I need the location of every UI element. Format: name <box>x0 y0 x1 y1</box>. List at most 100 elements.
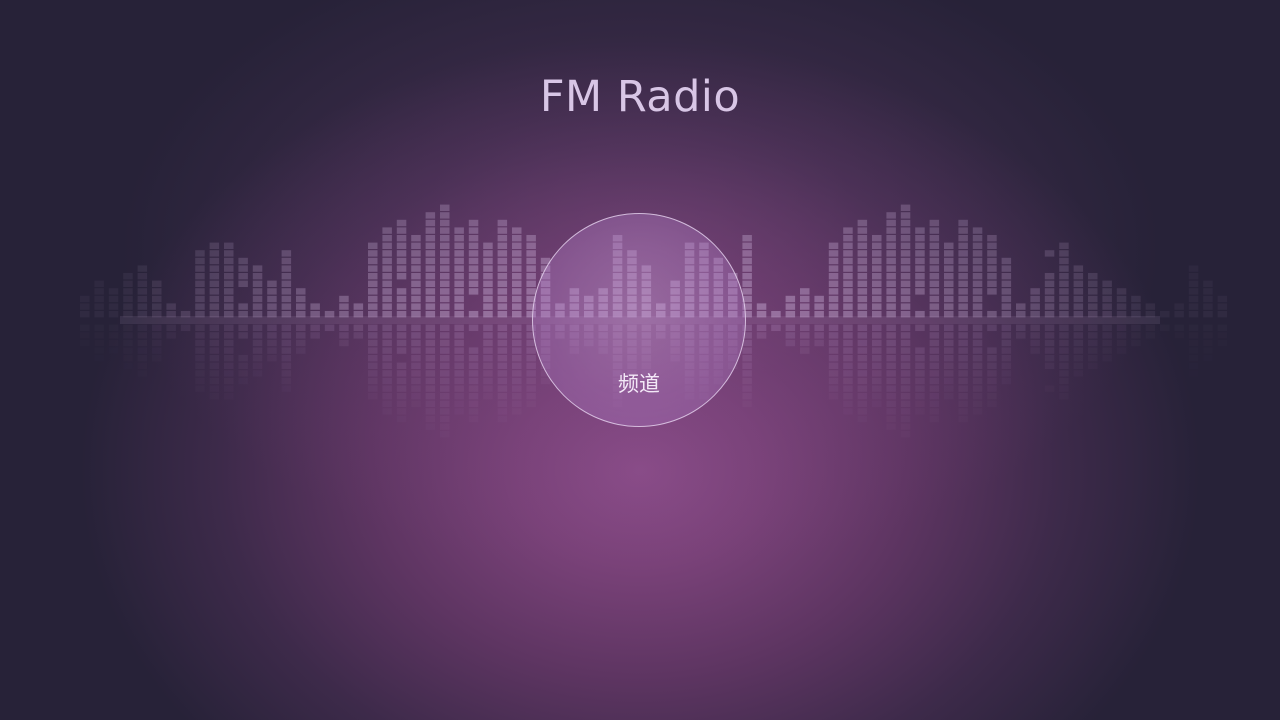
equalizer-reflection-cell <box>166 324 176 331</box>
equalizer-reflection-cell <box>425 370 436 377</box>
equalizer-reflection-cell <box>1088 347 1098 354</box>
equalizer-reflection-cell <box>512 324 522 331</box>
equalizer-reflection-cell <box>123 325 133 331</box>
equalizer-cell <box>512 311 522 318</box>
equalizer-reflection-cell <box>1073 339 1084 347</box>
equalizer-cell <box>123 311 133 318</box>
equalizer-reflection-cell <box>886 400 896 407</box>
equalizer-reflection-cell <box>483 377 493 385</box>
equalizer-reflection-cell <box>454 324 464 331</box>
equalizer-reflection-cell <box>497 332 508 339</box>
equalizer-column <box>1217 295 1228 346</box>
equalizer-reflection-cell <box>1001 332 1012 339</box>
equalizer-reflection-cell <box>180 324 191 331</box>
equalizer-reflection-cell <box>382 332 392 339</box>
channel-button[interactable]: 频道 <box>532 213 746 427</box>
equalizer-reflection-cell <box>252 355 263 362</box>
equalizer-cell <box>296 303 306 310</box>
equalizer-reflection-cell <box>944 355 954 362</box>
equalizer-reflection-cell <box>1146 332 1156 338</box>
equalizer-reflection-cell <box>901 423 911 429</box>
equalizer-reflection-cell <box>195 355 205 362</box>
equalizer-reflection-cell <box>1102 332 1112 339</box>
equalizer-cell <box>512 295 522 303</box>
equalizer-cell <box>886 242 896 249</box>
equalizer-cell <box>872 265 882 272</box>
equalizer-reflection-cell <box>224 332 234 339</box>
equalizer-column <box>368 242 378 392</box>
equalizer-reflection-cell <box>930 416 940 422</box>
equalizer-reflection-cell <box>958 355 968 362</box>
equalizer-cell <box>483 257 493 265</box>
equalizer-cell <box>123 288 133 295</box>
equalizer-cell <box>411 235 421 242</box>
equalizer-cell <box>468 257 479 265</box>
equalizer-reflection-cell <box>252 362 263 369</box>
equalizer-cell <box>209 265 220 272</box>
equalizer-reflection-cell <box>857 339 868 347</box>
equalizer-reflection-cell <box>814 332 824 339</box>
equalizer-reflection-cell <box>1116 324 1127 331</box>
equalizer-cell <box>252 265 263 272</box>
equalizer-reflection-cell <box>958 408 968 414</box>
equalizer-cell <box>972 311 983 318</box>
equalizer-reflection-cell <box>1160 325 1170 331</box>
equalizer-cell <box>281 288 292 295</box>
equalizer-reflection-cell <box>382 339 392 347</box>
equalizer-cell <box>382 303 392 310</box>
equalizer-cell <box>944 303 954 310</box>
equalizer-reflection-cell <box>1001 339 1012 347</box>
equalizer-cell <box>368 242 378 249</box>
equalizer-reflection-cell <box>1044 362 1055 369</box>
equalizer-reflection-cell <box>771 324 781 331</box>
equalizer-reflection-cell <box>137 324 148 331</box>
equalizer-reflection-cell <box>1102 355 1112 361</box>
equalizer-cell <box>1059 273 1069 280</box>
equalizer-reflection-cell <box>1218 340 1228 346</box>
equalizer-reflection-cell <box>368 370 378 377</box>
equalizer-reflection-cell <box>857 324 868 331</box>
equalizer-reflection-cell <box>152 324 162 331</box>
equalizer-column <box>310 303 320 339</box>
equalizer-reflection-cell <box>987 347 997 354</box>
equalizer-cell <box>440 212 450 219</box>
equalizer-cell <box>396 227 407 234</box>
equalizer-cell <box>281 257 292 265</box>
equalizer-reflection-cell <box>1030 332 1040 339</box>
equalizer-column <box>857 219 868 415</box>
equalizer-reflection-cell <box>123 355 133 361</box>
equalizer-cell <box>497 227 508 234</box>
equalizer-reflection-cell <box>915 355 925 362</box>
equalizer-cell <box>857 250 868 257</box>
equalizer-cell <box>368 288 378 295</box>
equalizer-cell <box>425 265 436 272</box>
equalizer-reflection-cell <box>1059 324 1069 331</box>
equalizer-reflection-cell <box>425 400 436 407</box>
equalizer-reflection-cell <box>872 370 882 377</box>
equalizer-reflection-cell <box>1088 363 1098 369</box>
equalizer-cell <box>1016 311 1026 318</box>
equalizer-cell <box>857 288 868 295</box>
equalizer-reflection-cell <box>454 370 464 377</box>
equalizer-column <box>123 273 133 361</box>
equalizer-reflection-cell <box>1059 370 1069 377</box>
equalizer-cell <box>915 273 925 280</box>
equalizer-reflection-cell <box>396 362 407 369</box>
equalizer-column <box>454 227 464 407</box>
equalizer-reflection-cell <box>1102 324 1112 331</box>
equalizer-cell <box>411 295 421 303</box>
equalizer-reflection-cell <box>828 362 839 369</box>
equalizer-reflection-cell <box>497 339 508 347</box>
equalizer-cell <box>252 311 263 318</box>
equalizer-cell <box>929 242 940 249</box>
equalizer-reflection-cell <box>396 377 407 385</box>
equalizer-cell <box>195 311 205 318</box>
equalizer-cell <box>137 265 148 272</box>
equalizer-cell <box>440 288 450 295</box>
equalizer-cell <box>411 250 421 257</box>
equalizer-cell <box>526 273 536 280</box>
equalizer-column <box>1088 273 1098 369</box>
equalizer-cell <box>972 227 983 234</box>
equalizer-cell <box>224 311 234 318</box>
equalizer-cell <box>440 250 450 257</box>
